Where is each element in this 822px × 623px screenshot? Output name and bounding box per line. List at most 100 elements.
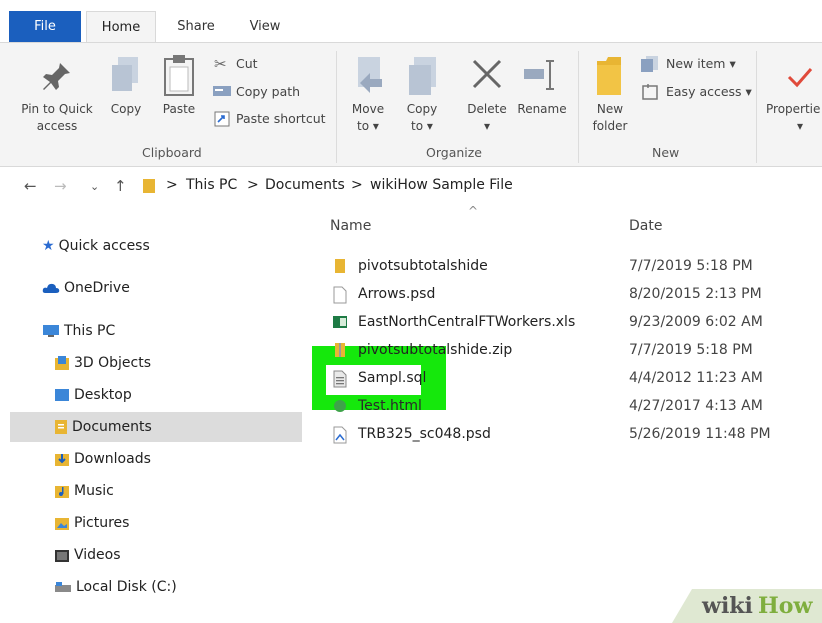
checkmark-icon	[787, 68, 813, 88]
html-file-icon	[334, 400, 346, 412]
sidebar-item-desktop[interactable]: Desktop	[54, 380, 132, 410]
sidebar-item-label: Music	[74, 483, 114, 499]
pin-label-2: access	[36, 119, 78, 133]
file-name: TRB325_sc048.psd	[358, 426, 491, 442]
easy-access-icon	[642, 84, 658, 100]
sidebar-item-label: Documents	[72, 419, 152, 435]
computer-icon	[43, 325, 59, 337]
table-row-selected[interactable]: Sampl.sql 4/4/2012 11:23 AM	[302, 365, 822, 393]
sidebar-item-3d-objects[interactable]: 3D Objects	[54, 348, 151, 378]
pin-label-1: Pin to Quick	[21, 102, 93, 116]
sidebar-item-label: OneDrive	[64, 280, 130, 296]
paste-label: Paste	[162, 102, 196, 116]
watermark-how: How	[758, 593, 813, 619]
copy-icon	[112, 57, 138, 91]
file-name: pivotsubtotalshide.zip	[358, 342, 513, 358]
3d-objects-icon	[55, 356, 69, 370]
breadcrumb-documents[interactable]: Documents	[265, 177, 345, 193]
new-folder-label-2: folder	[592, 119, 628, 133]
file-date: 7/7/2019 5:18 PM	[629, 342, 753, 358]
file-name: pivotsubtotalshide	[358, 258, 488, 274]
folder-icon	[143, 179, 155, 193]
table-row[interactable]: Arrows.psd 8/20/2015 2:13 PM	[302, 281, 822, 309]
sidebar-item-label: This PC	[64, 323, 116, 339]
up-arrow-icon[interactable]: ↑	[114, 177, 127, 195]
sidebar-item-music[interactable]: Music	[54, 476, 114, 506]
file-name: Arrows.psd	[358, 286, 436, 302]
delete-label: Delete	[467, 102, 507, 116]
sidebar-item-downloads[interactable]: Downloads	[54, 444, 151, 474]
new-folder-icon	[597, 57, 621, 95]
hard-drive-icon	[55, 582, 71, 592]
new-item-icon	[641, 56, 658, 72]
downloads-icon	[55, 454, 69, 466]
wikihow-watermark: wiki How	[672, 589, 822, 623]
copy-to-icon	[409, 57, 436, 95]
videos-icon	[55, 550, 69, 562]
psd-file-icon	[333, 426, 347, 444]
file-date: 4/27/2017 4:13 AM	[629, 398, 763, 414]
sidebar-item-onedrive[interactable]: OneDrive	[42, 273, 130, 303]
zip-file-icon	[335, 343, 345, 357]
file-name: EastNorthCentralFTWorkers.xls	[358, 314, 576, 330]
tab-view[interactable]: View	[238, 11, 292, 42]
sidebar-item-videos[interactable]: Videos	[54, 540, 121, 570]
copy-to-label-2: to ▾	[411, 119, 433, 133]
documents-icon	[55, 420, 67, 434]
sidebar-item-local-disk[interactable]: Local Disk (C:)	[54, 572, 177, 602]
sidebar-item-label: Downloads	[74, 451, 151, 467]
copy-label: Copy	[110, 102, 142, 116]
delete-x-icon	[472, 59, 502, 89]
file-date: 5/26/2019 11:48 PM	[629, 426, 771, 442]
paste-shortcut-icon	[214, 111, 230, 127]
forward-arrow-icon[interactable]: →	[54, 177, 67, 195]
crumb-separator: >	[166, 177, 178, 193]
table-row[interactable]: EastNorthCentralFTWorkers.xls 9/23/2009 …	[302, 309, 822, 337]
table-row[interactable]: pivotsubtotalshide.zip 7/7/2019 5:18 PM	[302, 337, 822, 365]
file-name: Test.html	[358, 398, 422, 414]
breadcrumb-this-pc[interactable]: This PC	[186, 177, 237, 193]
table-row[interactable]: pivotsubtotalshide 7/7/2019 5:18 PM	[302, 253, 822, 281]
tab-share[interactable]: Share	[166, 11, 226, 42]
organize-group-label: Organize	[426, 145, 482, 160]
file-name: Sampl.sql	[358, 370, 427, 386]
sidebar-item-quick-access[interactable]: ★ Quick access	[42, 231, 150, 261]
move-to-label-1: Move	[351, 102, 385, 116]
pin-icon	[43, 63, 70, 90]
sidebar-item-label: Pictures	[74, 515, 130, 531]
breadcrumb-folder[interactable]: wikiHow Sample File	[370, 177, 513, 193]
column-header-date[interactable]: Date	[629, 218, 662, 234]
scissors-icon: ✂	[214, 55, 227, 73]
properties-dropdown-arrow[interactable]: ▾	[790, 118, 810, 135]
sidebar-item-this-pc[interactable]: This PC	[42, 316, 115, 346]
easy-access-label: Easy access ▾	[666, 84, 752, 99]
column-header-name[interactable]: Name	[330, 218, 371, 234]
sidebar-item-label: Videos	[74, 547, 121, 563]
ribbon-separator	[578, 51, 579, 163]
ribbon-separator	[756, 51, 757, 163]
cloud-icon	[42, 283, 60, 293]
sidebar-item-documents[interactable]: Documents	[10, 412, 302, 442]
sidebar-item-pictures[interactable]: Pictures	[54, 508, 129, 538]
navigation-pane: ★ Quick access OneDrive This PC 3D Object…	[0, 204, 302, 623]
desktop-icon	[55, 389, 69, 401]
crumb-separator: >	[351, 177, 363, 193]
table-row[interactable]: Test.html 4/27/2017 4:13 AM	[302, 393, 822, 421]
music-icon	[55, 486, 69, 498]
ribbon-separator	[336, 51, 337, 163]
rename-label: Rename	[517, 102, 567, 116]
file-date: 8/20/2015 2:13 PM	[629, 286, 762, 302]
ribbon: Pin to Quick access Copy Paste ✂ Cut Cop…	[0, 42, 822, 167]
watermark-wiki: wiki	[702, 593, 753, 619]
sidebar-item-label: Local Disk (C:)	[76, 579, 177, 595]
back-arrow-icon[interactable]: ←	[24, 177, 37, 195]
recent-locations-chevron-icon[interactable]: ⌄	[90, 180, 99, 193]
tab-home[interactable]: Home	[86, 11, 156, 43]
tab-file[interactable]: File	[9, 11, 81, 42]
folder-icon	[335, 259, 345, 273]
table-row[interactable]: TRB325_sc048.psd 5/26/2019 11:48 PM	[302, 421, 822, 449]
paste-shortcut-label: Paste shortcut	[236, 111, 326, 126]
sidebar-item-label: Desktop	[74, 387, 132, 403]
new-item-label: New item ▾	[666, 56, 736, 71]
delete-dropdown-arrow[interactable]: ▾	[460, 118, 514, 135]
